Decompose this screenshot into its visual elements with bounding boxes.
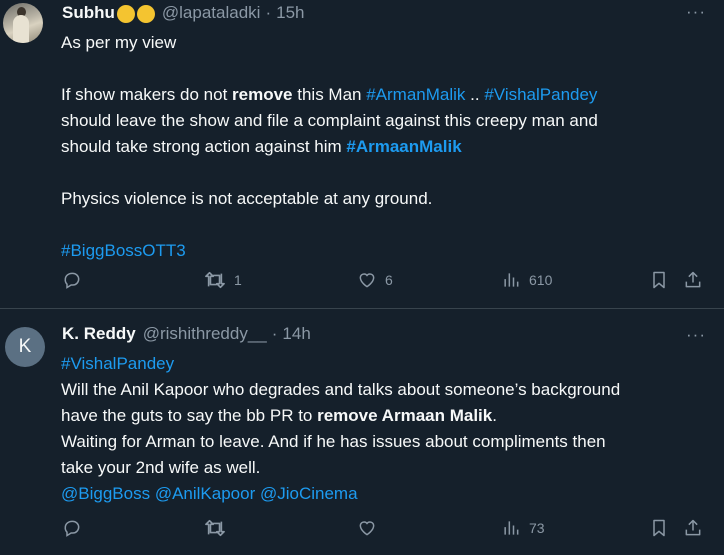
share-icon — [685, 271, 701, 288]
retweet-button[interactable] — [204, 518, 226, 538]
text-line: Physics violence is not acceptable at an… — [61, 189, 433, 208]
retweet-count: 1 — [234, 272, 242, 288]
bookmark-icon — [653, 519, 665, 537]
retweet-icon — [205, 271, 225, 289]
mention-link[interactable]: @BiggBoss — [61, 484, 150, 503]
text-line: should take strong action against him #A… — [61, 137, 462, 156]
share-icon — [685, 519, 701, 536]
views-button[interactable]: 73 — [501, 518, 545, 538]
display-name[interactable]: Subhu — [62, 3, 115, 23]
chick-emoji-icon — [116, 5, 135, 23]
tweet-k-reddy[interactable]: K K. Reddy @rishithreddy__ · 14h ··· #Vi… — [0, 309, 724, 555]
tweet-header: K. Reddy @rishithreddy__ · 14h — [62, 324, 311, 344]
like-count: 6 — [385, 272, 393, 288]
avatar[interactable] — [3, 3, 43, 43]
separator-dot: · — [265, 3, 272, 22]
hashtag-link[interactable]: #ArmanMalik — [366, 85, 465, 104]
more-icon[interactable]: ··· — [686, 325, 706, 345]
like-icon — [359, 521, 375, 536]
chick-emoji-icon — [136, 5, 155, 23]
share-button[interactable] — [683, 270, 703, 290]
reply-icon — [64, 272, 80, 289]
tweet-subhu[interactable]: Subhu @lapataladki · 15h ··· As per my v… — [0, 0, 724, 308]
display-name[interactable]: K. Reddy — [62, 324, 136, 344]
username[interactable]: @rishithreddy__ — [143, 324, 267, 344]
views-count: 610 — [529, 272, 553, 288]
reply-button[interactable] — [62, 270, 82, 290]
separator-dot: · — [271, 324, 278, 343]
tweet-text: #VishalPandey Will the Anil Kapoor who d… — [61, 351, 711, 507]
views-icon — [504, 521, 519, 535]
bookmark-icon — [653, 271, 665, 289]
text-line: Waiting for Arman to leave. And if he ha… — [61, 432, 606, 451]
bookmark-button[interactable] — [649, 270, 669, 290]
text-line: If show makers do not remove this Man #A… — [61, 85, 598, 104]
views-icon — [504, 273, 519, 287]
retweet-button[interactable]: 1 — [204, 270, 242, 290]
tweet-actions: 73 — [0, 518, 724, 542]
like-button[interactable] — [357, 518, 377, 538]
retweet-icon — [205, 519, 225, 537]
text-line: should leave the show and file a complai… — [61, 111, 598, 130]
reply-button[interactable] — [62, 518, 82, 538]
text-line: have the guts to say the bb PR to remove… — [61, 406, 497, 425]
text-line: Will the Anil Kapoor who degrades and ta… — [61, 380, 621, 399]
tweet-text: As per my view If show makers do not rem… — [61, 30, 711, 264]
tweet-header: Subhu @lapataladki · 15h — [62, 3, 304, 23]
mentions-line: @BiggBoss @AnilKapoor @JioCinema — [61, 481, 711, 507]
username[interactable]: @lapataladki — [162, 3, 261, 23]
timestamp[interactable]: 14h — [282, 324, 310, 344]
views-count: 73 — [529, 520, 545, 536]
more-icon[interactable]: ··· — [686, 2, 706, 22]
bookmark-button[interactable] — [649, 518, 669, 538]
mention-link[interactable]: @AnilKapoor — [155, 484, 255, 503]
reply-icon — [64, 520, 80, 537]
text-line: take your 2nd wife as well. — [61, 458, 261, 477]
avatar[interactable]: K — [5, 327, 45, 367]
views-button[interactable]: 610 — [501, 270, 552, 290]
mention-link[interactable]: @JioCinema — [260, 484, 358, 503]
like-button[interactable]: 6 — [357, 270, 393, 290]
share-button[interactable] — [683, 518, 703, 538]
hashtag-link[interactable]: #VishalPandey — [484, 85, 597, 104]
timestamp[interactable]: 15h — [276, 3, 304, 23]
text-line: As per my view — [61, 33, 177, 52]
like-icon — [359, 273, 375, 288]
hashtag-link[interactable]: #ArmaanMalik — [346, 137, 461, 156]
hashtag-link[interactable]: #VishalPandey — [61, 351, 711, 377]
tweet-actions: 1 6 610 — [0, 270, 724, 294]
hashtag-link[interactable]: #BiggBossOTT3 — [61, 238, 711, 264]
